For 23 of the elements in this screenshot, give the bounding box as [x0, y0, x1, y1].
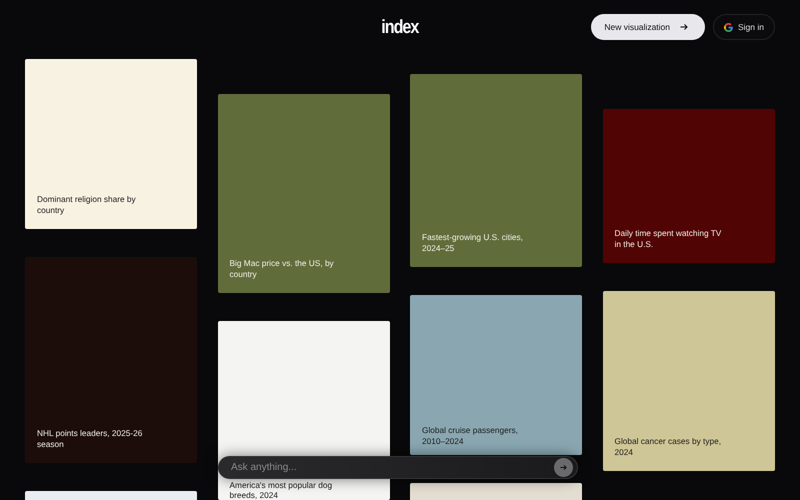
card-title: Global cruise passengers, 2010–2024 — [422, 425, 519, 447]
logo[interactable]: index — [381, 17, 419, 39]
card-title: Global cancer cases by type, 2024 — [614, 436, 722, 458]
chart-card[interactable]: NHL points leaders, 2025-26 season — [25, 257, 197, 463]
send-button[interactable] — [554, 458, 573, 477]
card-title: Dominant religion share by country — [37, 194, 137, 216]
card-title: America's most popular dog breeds, 2024 — [230, 480, 334, 500]
chart-card[interactable]: Global cruise passengers, 2010–2024 — [410, 295, 582, 455]
chart-card[interactable]: Fastest-growing U.S. cities, 2024–25 — [410, 74, 582, 267]
arrow-icon — [680, 23, 688, 31]
arrow-icon — [560, 464, 567, 471]
card-title: NHL points leaders, 2025-26 season — [37, 428, 144, 450]
chart-card[interactable]: Daily time spent watching TV in the U.S. — [602, 109, 774, 263]
card-title: Daily time spent watching TV in the U.S. — [614, 228, 722, 250]
sign-in-button[interactable]: Sign in — [713, 14, 775, 40]
chart-card[interactable]: Dominant religion share by country — [25, 59, 197, 229]
new-visualization-button[interactable]: New visualization — [591, 14, 705, 40]
google-icon — [724, 22, 733, 32]
card-title: Fastest-growing U.S. cities, 2024–25 — [422, 232, 524, 254]
ask-bar[interactable]: Ask anything... — [218, 456, 578, 479]
chart-card[interactable]: Global cancer cases by type, 2024 — [602, 291, 774, 471]
chart-card[interactable]: Big Mac price vs. the US, by country — [218, 94, 390, 293]
card-title: Big Mac price vs. the US, by country — [230, 258, 335, 280]
